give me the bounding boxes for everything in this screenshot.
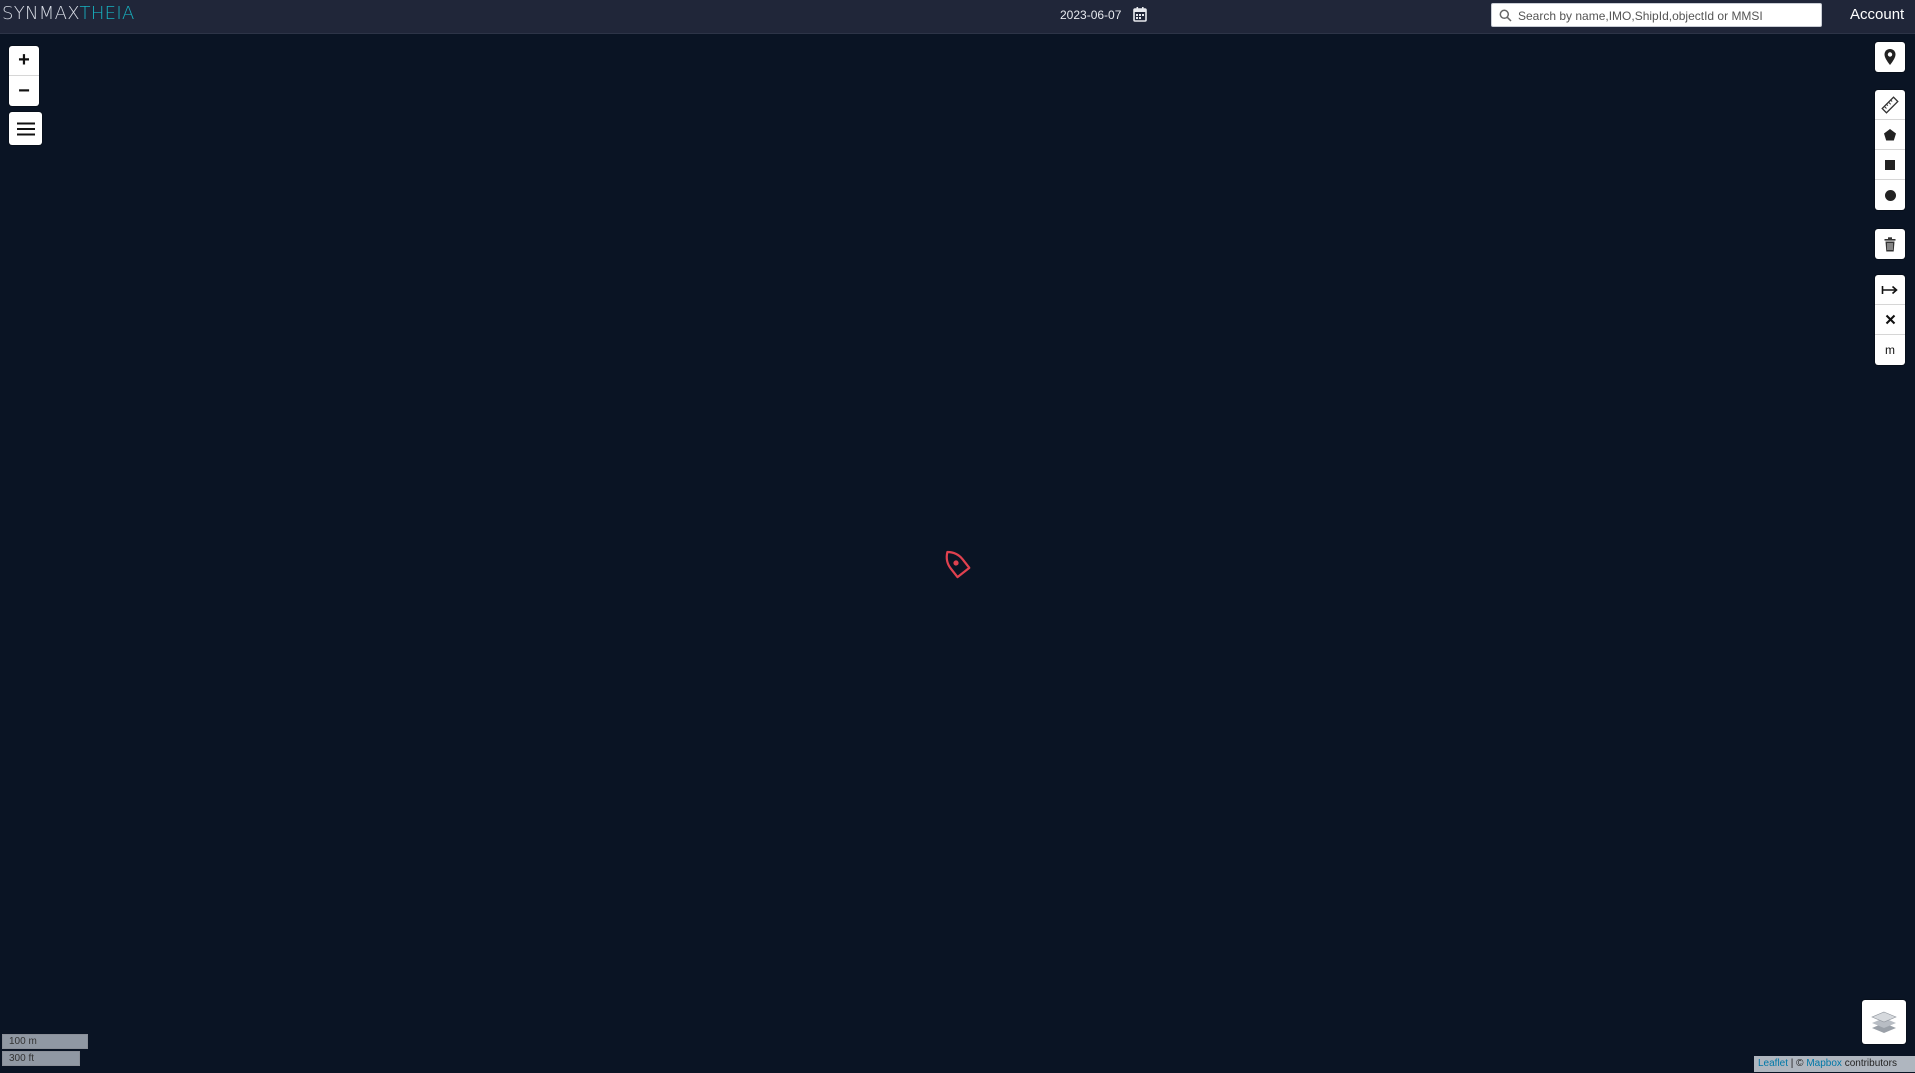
draw-circle-button[interactable] — [1875, 180, 1905, 210]
trash-icon — [1884, 236, 1896, 251]
attribution-contributors: contributors — [1841, 1058, 1897, 1069]
date-display[interactable]: 2023-06-07 — [1060, 8, 1121, 22]
menu-control — [9, 112, 42, 145]
draw-polyline-button[interactable] — [1875, 90, 1905, 120]
measure-distance-button[interactable] — [1875, 275, 1905, 305]
account-menu[interactable]: Account — [1850, 6, 1904, 23]
hamburger-icon — [16, 122, 35, 135]
zoom-in-button[interactable]: + — [9, 46, 39, 76]
attribution-separator: | © — [1788, 1058, 1807, 1069]
draw-polygon-button[interactable] — [1875, 120, 1905, 150]
search-input[interactable] — [1516, 5, 1820, 27]
measure-control: m — [1875, 275, 1905, 365]
logo-text-theia: THEIA — [79, 3, 135, 24]
rectangle-icon — [1885, 159, 1895, 170]
delete-control — [1875, 229, 1905, 259]
vessel-search[interactable] — [1491, 3, 1822, 27]
vessel-icon[interactable] — [940, 546, 972, 580]
polygon-icon — [1884, 128, 1896, 140]
map-pin-icon — [1884, 49, 1896, 65]
top-bar: SYNMAXTHEIA 2023-06-07 Account — [0, 0, 1915, 34]
scale-bar-imperial: 300 ft — [2, 1051, 80, 1066]
delete-shapes-button[interactable] — [1875, 229, 1905, 259]
layers-control — [1862, 1000, 1906, 1044]
logo-text-synmax: SYNMAX — [2, 3, 80, 24]
ruler-icon — [1881, 95, 1899, 114]
draw-toolbar — [1875, 90, 1905, 210]
measure-arrow-icon — [1881, 285, 1898, 294]
layers-button[interactable] — [1862, 1000, 1906, 1044]
close-icon — [1885, 314, 1895, 325]
marker-control — [1875, 42, 1905, 72]
leaflet-link[interactable]: Leaflet — [1758, 1058, 1788, 1069]
scale-bar-metric: 100 m — [2, 1034, 88, 1049]
measure-unit-label: m — [1885, 343, 1895, 357]
draw-rectangle-button[interactable] — [1875, 150, 1905, 180]
search-icon — [1499, 9, 1512, 22]
app-logo[interactable]: SYNMAXTHEIA — [2, 3, 135, 24]
clear-measure-button[interactable] — [1875, 305, 1905, 335]
menu-button[interactable] — [9, 112, 42, 145]
place-marker-button[interactable] — [1875, 42, 1905, 72]
measure-unit-button[interactable]: m — [1875, 335, 1905, 365]
mapbox-link[interactable]: Mapbox — [1806, 1058, 1842, 1069]
circle-icon — [1884, 189, 1896, 201]
zoom-out-button[interactable]: − — [9, 76, 39, 106]
layers-icon — [1871, 1011, 1897, 1033]
map-attribution: Leaflet | © Mapbox contributors — [1754, 1056, 1915, 1072]
calendar-icon[interactable] — [1133, 6, 1147, 22]
zoom-control: + − — [9, 46, 39, 106]
